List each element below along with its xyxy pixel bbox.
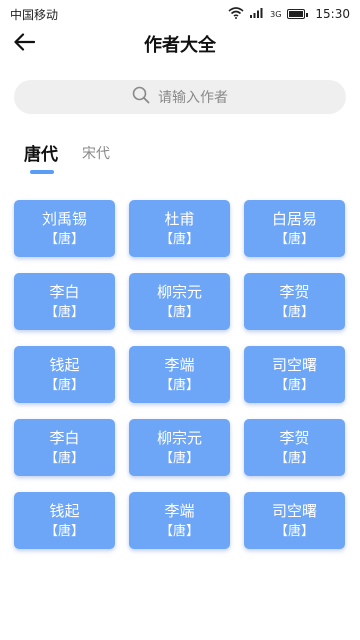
author-dynasty: 【唐】 [159, 304, 199, 320]
author-card[interactable]: 钱起 【唐】 [14, 492, 115, 549]
author-card[interactable]: 李白 【唐】 [14, 273, 115, 330]
author-name: 钱起 [49, 501, 80, 520]
author-dynasty: 【唐】 [159, 377, 199, 393]
author-name: 钱起 [49, 355, 80, 374]
back-button[interactable] [10, 30, 38, 58]
wifi-icon [228, 6, 244, 22]
author-card[interactable]: 钱起 【唐】 [14, 346, 115, 403]
author-dynasty: 【唐】 [44, 231, 84, 247]
search-placeholder: 请输入作者 [158, 90, 228, 106]
author-name: 司空曙 [271, 501, 317, 520]
dynasty-tabs: 唐代 宋代 [24, 140, 110, 174]
tab-song-label: 宋代 [82, 146, 110, 162]
author-card[interactable]: 司空曙 【唐】 [244, 492, 345, 549]
author-name: 柳宗元 [156, 428, 202, 447]
author-card[interactable]: 刘禹锡 【唐】 [14, 200, 115, 257]
author-dynasty: 【唐】 [159, 450, 199, 466]
author-name: 李端 [164, 501, 195, 520]
author-dynasty: 【唐】 [44, 523, 84, 539]
author-dynasty: 【唐】 [44, 377, 84, 393]
author-name: 司空曙 [271, 355, 317, 374]
carrier-label: 中国移动 [10, 7, 59, 22]
author-card[interactable]: 司空曙 【唐】 [244, 346, 345, 403]
author-dynasty: 【唐】 [44, 450, 84, 466]
author-card[interactable]: 李端 【唐】 [129, 346, 230, 403]
tab-tang[interactable]: 唐代 [24, 140, 58, 174]
battery-icon [287, 9, 309, 19]
author-dynasty: 【唐】 [159, 523, 199, 539]
network-type: 3G [270, 9, 282, 19]
status-icons: 3G 15:30 [228, 6, 350, 22]
author-name: 李端 [164, 355, 195, 374]
author-name: 李白 [49, 282, 80, 301]
search-input[interactable]: 请输入作者 [14, 80, 346, 114]
author-card[interactable]: 柳宗元 【唐】 [129, 419, 230, 476]
author-card[interactable]: 白居易 【唐】 [244, 200, 345, 257]
author-name: 杜甫 [164, 209, 195, 228]
author-dynasty: 【唐】 [274, 523, 314, 539]
search-icon [132, 86, 150, 108]
author-dynasty: 【唐】 [44, 304, 84, 320]
app-header: 作者大全 [0, 28, 360, 60]
status-time: 15:30 [315, 7, 350, 21]
tab-indicator [30, 170, 54, 174]
author-name: 李贺 [279, 428, 310, 447]
signal-icon [250, 7, 264, 21]
author-name: 李贺 [279, 282, 310, 301]
arrow-left-icon [13, 33, 36, 55]
author-name: 白居易 [271, 209, 317, 228]
author-dynasty: 【唐】 [274, 231, 314, 247]
status-bar: 中国移动 3G 15:30 [0, 0, 360, 28]
author-grid: 刘禹锡 【唐】 杜甫 【唐】 白居易 【唐】 李白 【唐】 柳宗元 【唐】 李贺… [14, 200, 346, 549]
author-card[interactable]: 柳宗元 【唐】 [129, 273, 230, 330]
author-name: 刘禹锡 [41, 209, 87, 228]
tab-song[interactable]: 宋代 [82, 143, 110, 165]
page-title: 作者大全 [144, 35, 216, 56]
author-card[interactable]: 杜甫 【唐】 [129, 200, 230, 257]
author-dynasty: 【唐】 [274, 304, 314, 320]
author-name: 柳宗元 [156, 282, 202, 301]
author-name: 李白 [49, 428, 80, 447]
author-dynasty: 【唐】 [274, 377, 314, 393]
author-dynasty: 【唐】 [274, 450, 314, 466]
author-card[interactable]: 李白 【唐】 [14, 419, 115, 476]
author-card[interactable]: 李贺 【唐】 [244, 419, 345, 476]
author-dynasty: 【唐】 [159, 231, 199, 247]
author-card[interactable]: 李端 【唐】 [129, 492, 230, 549]
author-card[interactable]: 李贺 【唐】 [244, 273, 345, 330]
tab-tang-label: 唐代 [24, 145, 58, 165]
